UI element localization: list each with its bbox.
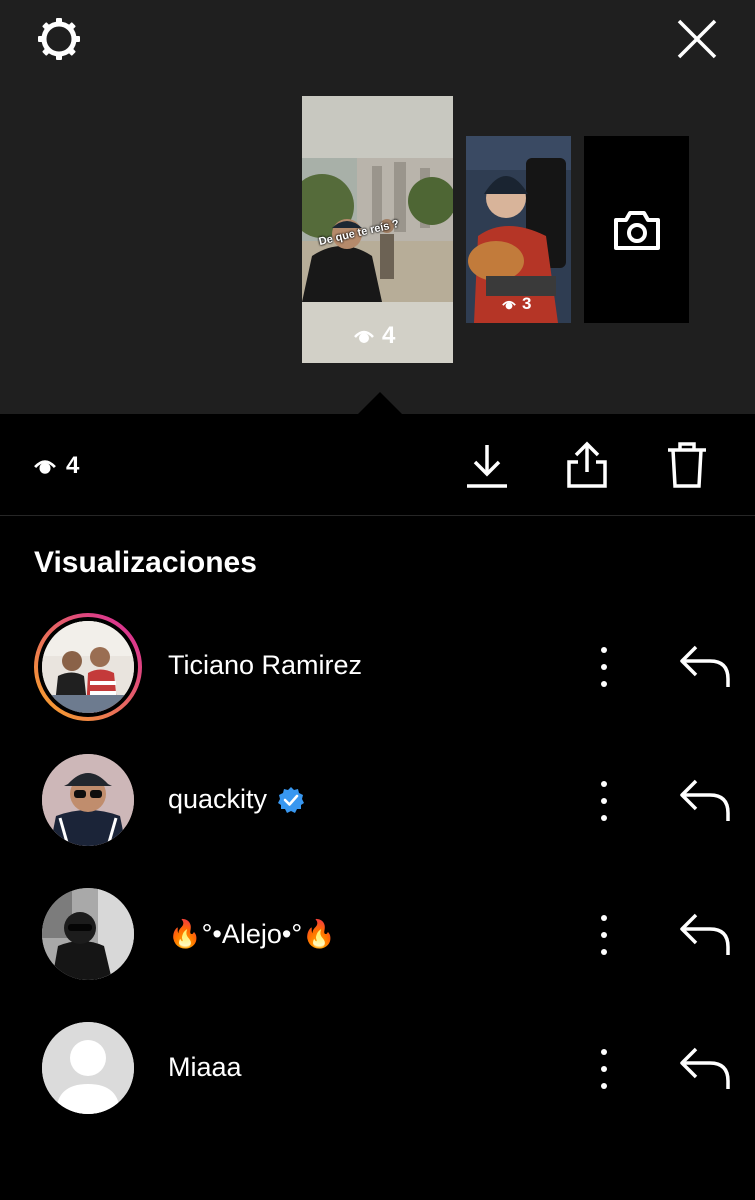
avatar[interactable] <box>42 888 134 980</box>
default-avatar-icon <box>42 1022 134 1114</box>
viewer-row[interactable]: 🔥°•Alejo•°🔥 <box>0 880 755 990</box>
viewer-name[interactable]: Ticiano Ramirez <box>168 650 362 681</box>
avatar[interactable] <box>42 1022 134 1114</box>
story-thumbnail[interactable]: 3 <box>466 136 571 323</box>
more-options-button[interactable] <box>590 915 618 955</box>
dot <box>601 932 607 938</box>
avatar[interactable] <box>42 754 134 846</box>
verified-badge-icon <box>278 786 305 813</box>
dot <box>601 664 607 670</box>
reply-icon[interactable] <box>676 1045 736 1093</box>
settings-button[interactable] <box>34 14 84 64</box>
gear-icon <box>38 18 80 60</box>
download-icon <box>467 445 507 488</box>
reply-icon[interactable] <box>676 643 736 691</box>
reply-icon[interactable] <box>676 911 736 959</box>
viewer-row[interactable]: Ticiano Ramirez <box>0 612 755 722</box>
share-button[interactable] <box>562 438 612 492</box>
dot <box>601 1049 607 1055</box>
views-count[interactable]: 4 <box>34 452 79 480</box>
download-button[interactable] <box>462 438 512 492</box>
dot <box>601 1066 607 1072</box>
more-options-button[interactable] <box>590 1049 618 1089</box>
avatar-photo <box>42 621 134 713</box>
thumbnail-view-count: 3 <box>502 294 531 314</box>
dot <box>601 815 607 821</box>
reply-icon[interactable] <box>676 777 736 825</box>
action-bar <box>0 414 755 516</box>
dot <box>601 949 607 955</box>
story-preview-area: De que te reís ? 4 3 <box>0 0 755 414</box>
more-options-button[interactable] <box>590 781 618 821</box>
selected-pointer <box>358 392 402 414</box>
dot <box>601 915 607 921</box>
viewer-name[interactable]: Miaaa <box>168 1052 242 1083</box>
dot <box>601 647 607 653</box>
viewer-row[interactable]: quackity <box>0 746 755 856</box>
close-button[interactable] <box>672 14 722 64</box>
dot <box>601 781 607 787</box>
eye-icon <box>34 460 56 474</box>
eye-icon <box>354 330 374 343</box>
thumbnail-view-count: 4 <box>354 322 395 350</box>
camera-icon <box>613 210 660 250</box>
trash-icon <box>668 442 706 488</box>
more-options-button[interactable] <box>590 647 618 687</box>
viewer-name[interactable]: 🔥°•Alejo•°🔥 <box>168 918 336 950</box>
story-thumbnail-selected[interactable]: De que te reís ? 4 <box>302 96 453 363</box>
section-title: Visualizaciones <box>34 546 257 579</box>
viewer-name[interactable]: quackity <box>168 784 305 815</box>
dot <box>601 1083 607 1089</box>
delete-button[interactable] <box>662 438 712 492</box>
avatar-photo <box>42 888 134 980</box>
viewer-row[interactable]: Miaaa <box>0 1014 755 1124</box>
eye-icon <box>502 300 516 309</box>
dot <box>601 681 607 687</box>
avatar[interactable] <box>42 621 134 713</box>
avatar-photo <box>42 754 134 846</box>
share-icon <box>567 441 607 488</box>
add-story-camera-tile[interactable] <box>584 136 689 323</box>
close-icon <box>677 19 717 59</box>
dot <box>601 798 607 804</box>
